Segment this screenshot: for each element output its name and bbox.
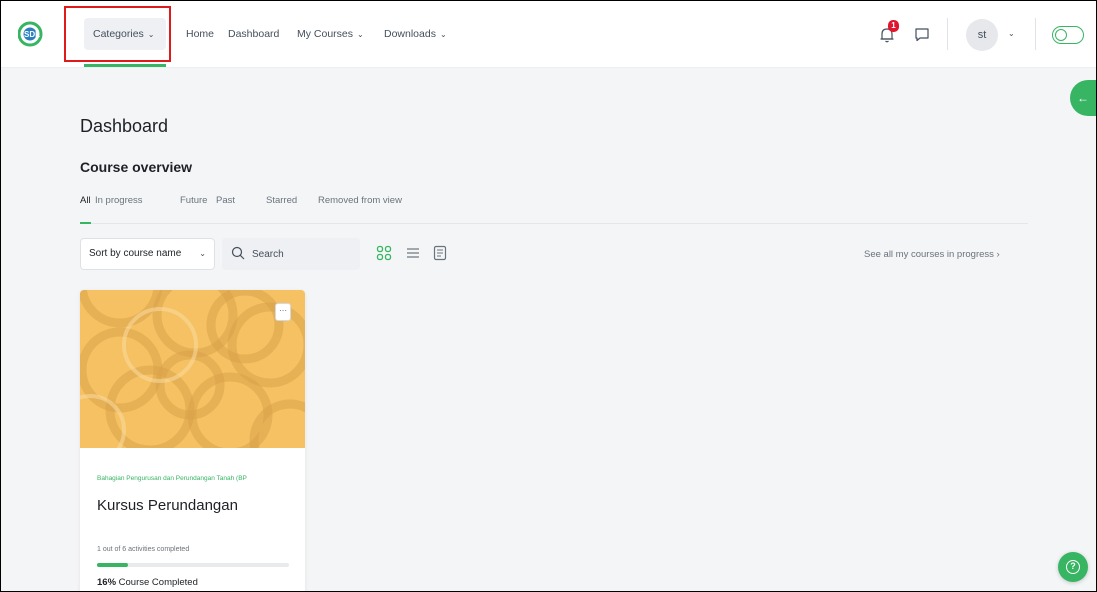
see-all-label: See all my courses in progress	[864, 249, 994, 260]
nav-my-courses[interactable]: My Courses ⌄	[297, 28, 364, 40]
nav-downloads[interactable]: Downloads ⌄	[384, 28, 447, 40]
question-icon: ?	[1066, 560, 1080, 574]
chevron-down-icon: ⌄	[357, 30, 364, 39]
top-navbar: SDL Categories ⌄ Home Dashboard My Course…	[0, 0, 1097, 68]
open-drawer-button[interactable]: ←	[1070, 80, 1097, 116]
course-card[interactable]: ⋯ Bahagian Pengurusan dan Perundangan Ta…	[80, 290, 305, 592]
tab-future[interactable]: Future	[180, 195, 207, 206]
search-icon	[231, 246, 245, 260]
page-title: Dashboard	[80, 116, 169, 136]
nav-my-courses-label: My Courses	[297, 28, 354, 40]
notification-badge: 1	[888, 20, 899, 32]
sort-label: Sort by course name	[89, 248, 182, 259]
section-title: Course overview	[80, 159, 193, 175]
arrow-left-icon: ←	[1077, 91, 1089, 105]
nav-dashboard[interactable]: Dashboard	[228, 28, 279, 40]
user-avatar[interactable]: st	[966, 19, 998, 51]
tab-past[interactable]: Past	[216, 195, 235, 206]
course-image[interactable]: ⋯	[80, 290, 305, 448]
activities-progress-text: 1 out of 6 activities completed	[97, 546, 190, 553]
chevron-down-icon[interactable]: ⌄	[1008, 29, 1015, 38]
course-name[interactable]: Kursus Perundangan	[97, 497, 238, 514]
completion-percent: 16%	[97, 577, 117, 588]
tab-all[interactable]: All	[80, 195, 91, 206]
completion-suffix: Course Completed	[116, 577, 198, 588]
active-nav-underline	[84, 64, 166, 67]
site-logo[interactable]: SDL	[18, 20, 52, 48]
help-button[interactable]: ?	[1058, 552, 1088, 582]
nav-home-label: Home	[186, 28, 215, 40]
course-actions-menu[interactable]: ⋯	[275, 303, 291, 321]
course-category: Bahagian Pengurusan dan Perundangan Tana…	[97, 475, 247, 482]
chevron-down-icon: ⌄	[199, 249, 206, 258]
progress-bar-fill	[97, 563, 128, 567]
divider	[947, 18, 948, 50]
search-input[interactable]	[252, 246, 352, 262]
tab-removed-from-view[interactable]: Removed from view	[318, 195, 402, 206]
tab-starred[interactable]: Starred	[266, 195, 297, 206]
toggle-knob	[1055, 28, 1067, 41]
chevron-down-icon: ⌄	[439, 30, 447, 39]
tabs-divider	[80, 223, 1028, 224]
summary-view-icon[interactable]	[432, 245, 448, 261]
highlight-box	[64, 6, 171, 62]
dark-mode-toggle[interactable]	[1052, 26, 1084, 44]
course-pattern	[80, 290, 305, 448]
list-view-icon[interactable]	[405, 245, 421, 261]
sort-dropdown[interactable]: Sort by course name ⌄	[80, 238, 215, 270]
active-tab-underline	[80, 222, 91, 224]
chat-icon[interactable]	[914, 27, 930, 42]
course-completed-text: 16% Course Completed	[97, 577, 198, 588]
tab-in-progress[interactable]: In progress	[95, 195, 143, 206]
nav-home[interactable]: Home	[186, 28, 214, 40]
search-box	[222, 238, 360, 270]
nav-dashboard-label: Dashboard	[228, 28, 280, 40]
see-all-courses-link[interactable]: See all my courses in progress ›	[864, 249, 1000, 260]
progress-bar	[97, 563, 289, 567]
nav-downloads-label: Downloads	[384, 28, 436, 40]
grid-view-icon[interactable]	[376, 245, 392, 261]
chevron-right-icon: ›	[996, 249, 1000, 260]
divider	[1035, 18, 1036, 50]
logo-text: SDL	[24, 30, 40, 39]
